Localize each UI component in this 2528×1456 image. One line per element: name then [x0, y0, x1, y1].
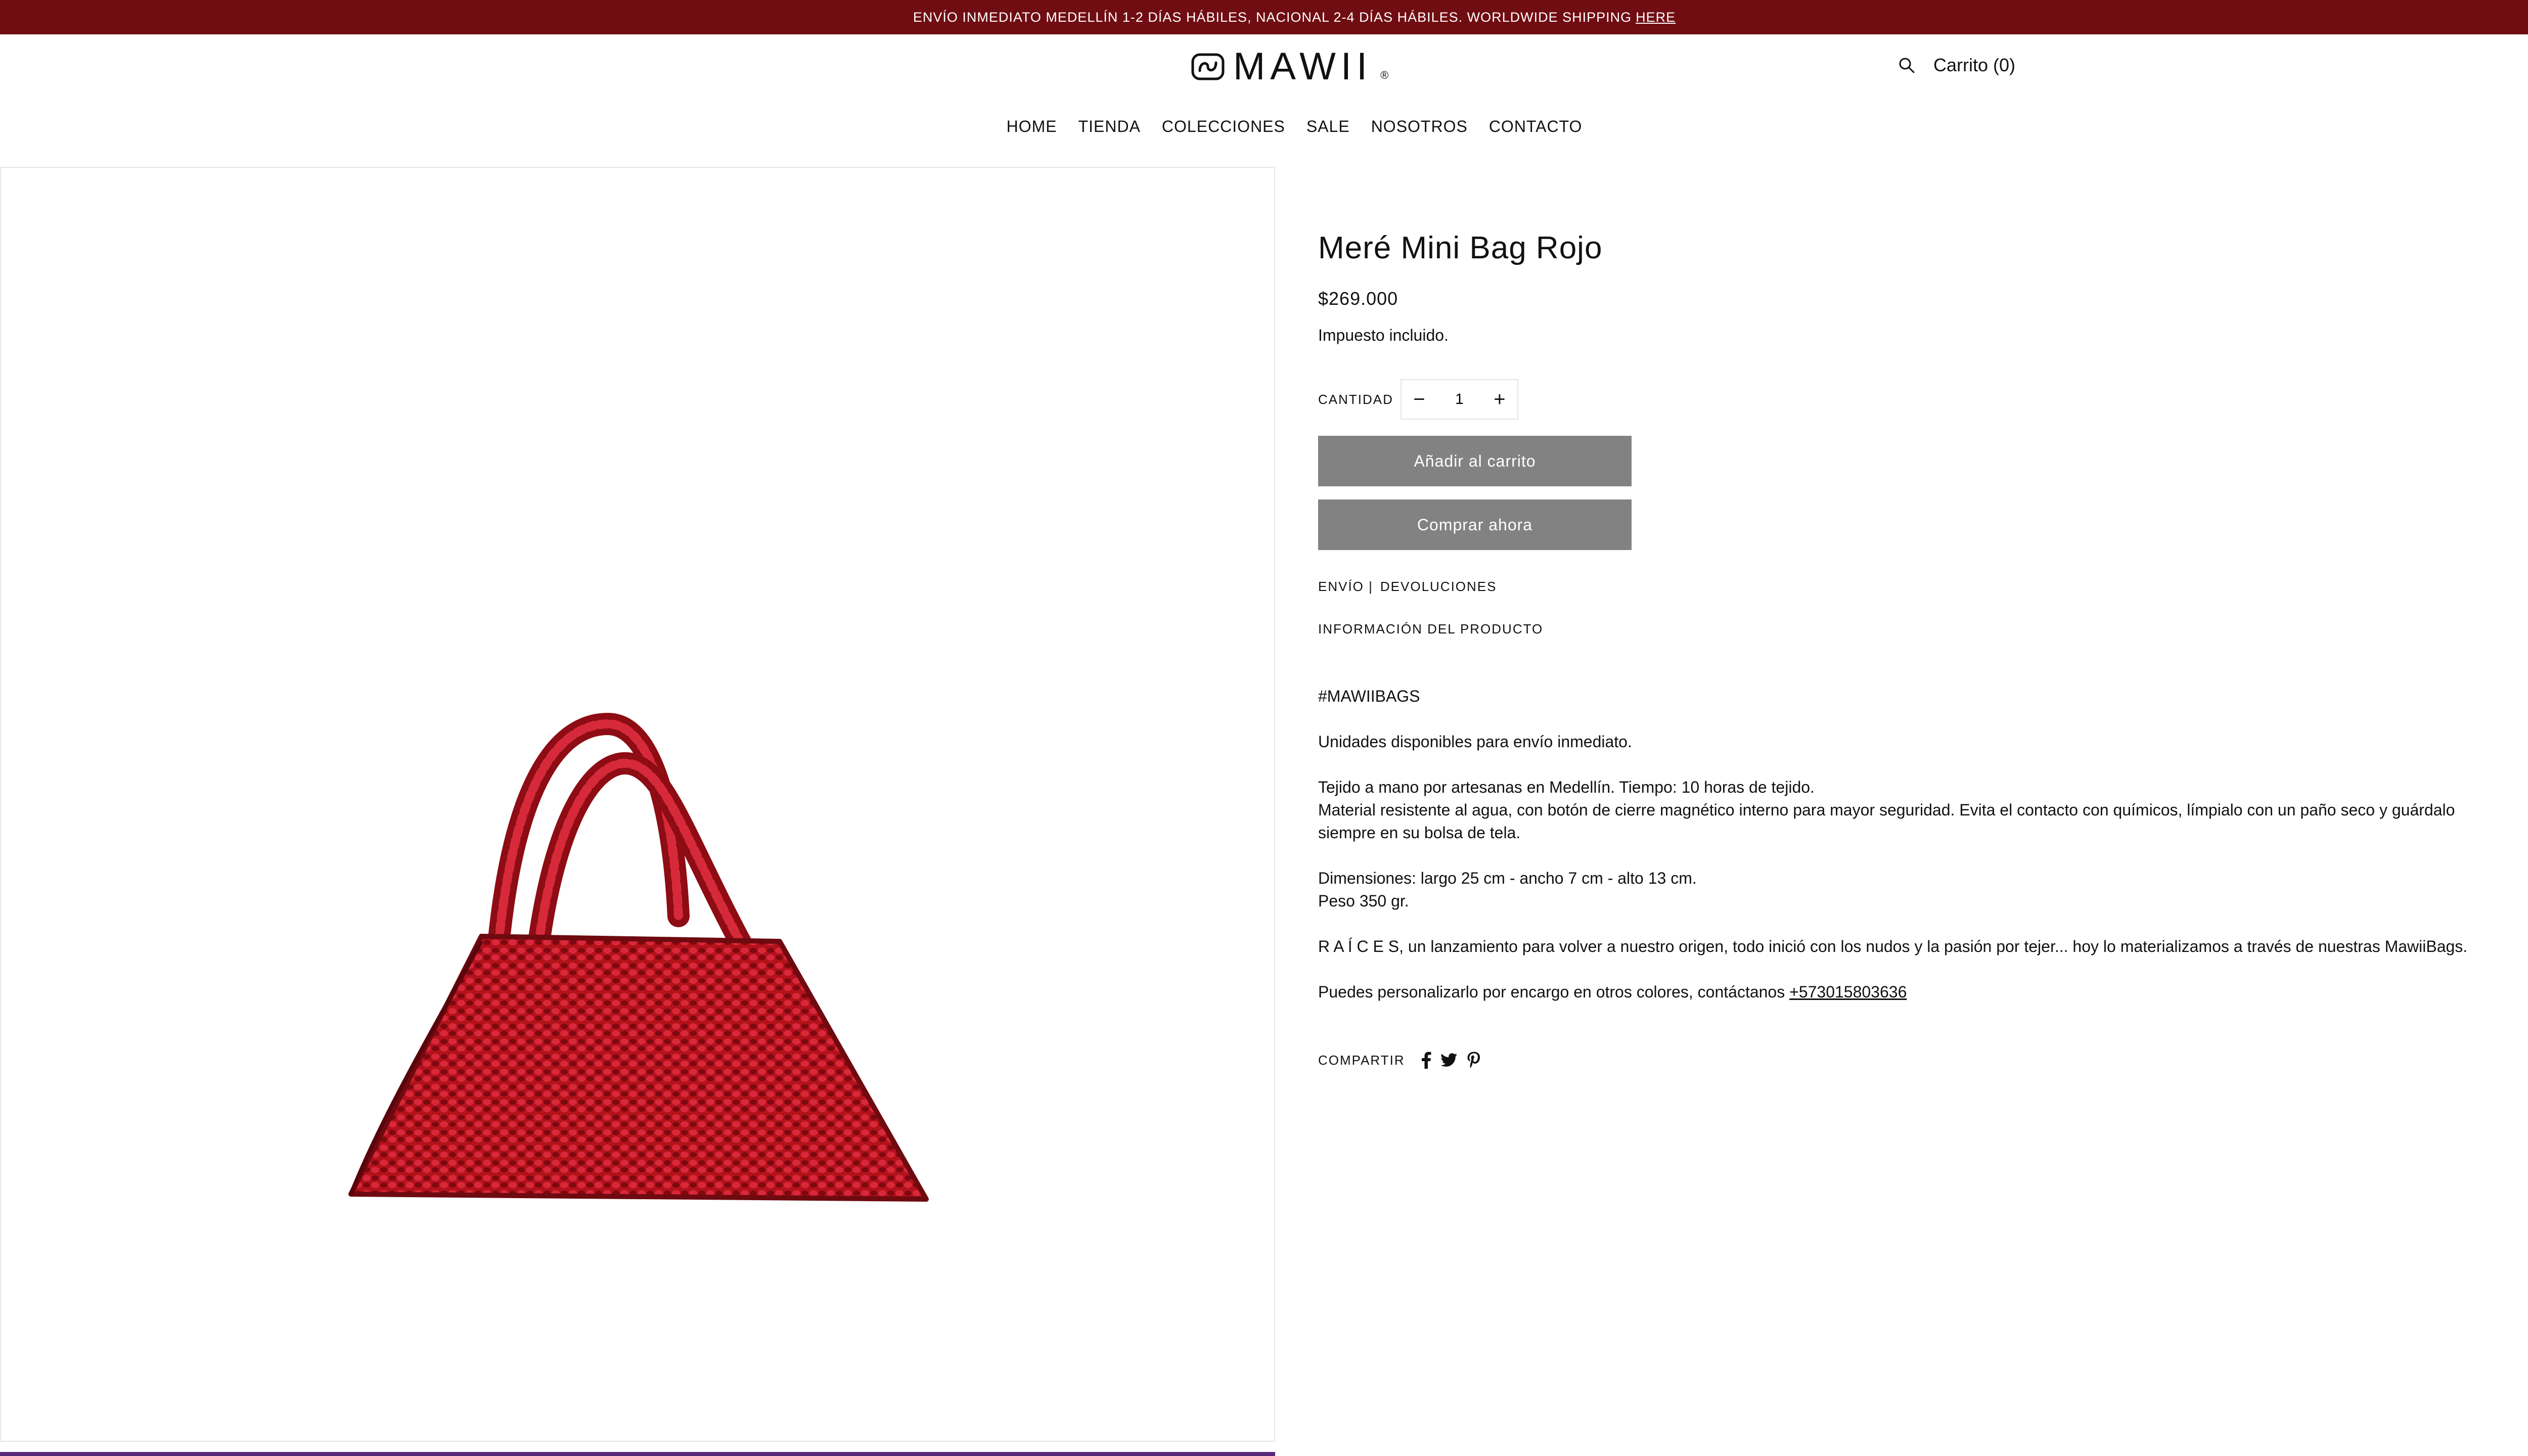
nav-sale[interactable]: SALE [1306, 117, 1350, 136]
quantity-decrease-button[interactable]: − [1402, 389, 1437, 410]
product-price: $269.000 [1318, 288, 1398, 309]
product-image [348, 712, 929, 1202]
quantity-stepper: − + [1400, 379, 1518, 420]
add-to-cart-button[interactable]: Añadir al carrito [1318, 436, 1632, 486]
buy-now-button[interactable]: Comprar ahora [1318, 499, 1632, 550]
product-details: Meré Mini Bag Rojo $269.000 Impuesto inc… [1318, 230, 2481, 1069]
phone-link[interactable]: +573015803636 [1789, 983, 1907, 1001]
share-icons [1421, 1052, 1481, 1069]
description-handmade: Tejido a mano por artesanas en Medellín.… [1318, 778, 1815, 796]
logo-text: MAWII [1233, 45, 1373, 88]
returns-link[interactable]: DEVOLUCIONES [1380, 579, 1497, 595]
logo-registered-mark: ® [1380, 69, 1389, 81]
description-raices: R A Í C E S, un lanzamiento para volver … [1318, 937, 2468, 956]
quantity-row: CANTIDAD − + [1318, 379, 1518, 420]
site-logo[interactable]: MAWII ® [1191, 45, 1389, 88]
description-availability: Unidades disponibles para envío inmediat… [1318, 733, 1632, 751]
quantity-increase-button[interactable]: + [1482, 389, 1517, 410]
nav-nosotros[interactable]: NOSOTROS [1371, 117, 1468, 136]
product-image-gallery[interactable] [0, 167, 1275, 1442]
tax-note: Impuesto incluido. [1318, 326, 1449, 344]
shipping-link[interactable]: ENVÍO | [1318, 579, 1373, 595]
share-row: COMPARTIR [1318, 1052, 1481, 1069]
description-weight: Peso 350 gr. [1318, 892, 1409, 910]
main-nav: HOME TIENDA COLECCIONES SALE NOSOTROS CO… [0, 117, 2528, 136]
description-custom: Puedes personalizarlo por encargo en otr… [1318, 981, 2481, 1004]
header-actions: Carrito (0) [1898, 55, 2015, 76]
quantity-label: CANTIDAD [1318, 391, 1393, 407]
nav-home[interactable]: HOME [1007, 117, 1057, 136]
nav-colecciones[interactable]: COLECCIONES [1162, 117, 1285, 136]
nav-tienda[interactable]: TIENDA [1078, 117, 1141, 136]
product-info-link[interactable]: INFORMACIÓN DEL PRODUCTO [1318, 621, 1543, 637]
description-material: Material resistente al agua, con botón d… [1318, 801, 2455, 842]
facebook-icon[interactable] [1421, 1052, 1431, 1069]
description-custom-text: Puedes personalizarlo por encargo en otr… [1318, 983, 1785, 1001]
description-hashtag: #MAWIIBAGS [1318, 687, 1420, 705]
product-description: #MAWIIBAGS Unidades disponibles para env… [1318, 685, 2481, 1004]
nav-contacto[interactable]: CONTACTO [1489, 117, 1583, 136]
gallery-scroll-indicator [0, 1452, 1275, 1456]
search-icon[interactable] [1898, 57, 1915, 74]
announcement-text: ENVÍO INMEDIATO MEDELLÍN 1-2 DÍAS HÁBILE… [913, 9, 1632, 25]
pinterest-icon[interactable] [1467, 1052, 1481, 1069]
twitter-icon[interactable] [1440, 1053, 1458, 1067]
description-dimensions: Dimensiones: largo 25 cm - ancho 7 cm - … [1318, 869, 1697, 887]
product-title: Meré Mini Bag Rojo [1318, 231, 1603, 265]
share-label: COMPARTIR [1318, 1052, 1405, 1068]
product-page: ENVÍO INMEDIATO MEDELLÍN 1-2 DÍAS HÁBILE… [0, 0, 2528, 1456]
announcement-link[interactable]: HERE [1636, 10, 1676, 25]
quantity-input[interactable] [1440, 390, 1478, 408]
cart-link[interactable]: Carrito (0) [1933, 55, 2015, 76]
announcement-bar: ENVÍO INMEDIATO MEDELLÍN 1-2 DÍAS HÁBILE… [0, 0, 2528, 34]
policy-links: ENVÍO | DEVOLUCIONES [1318, 579, 1497, 595]
logo-mark-icon [1191, 52, 1225, 82]
